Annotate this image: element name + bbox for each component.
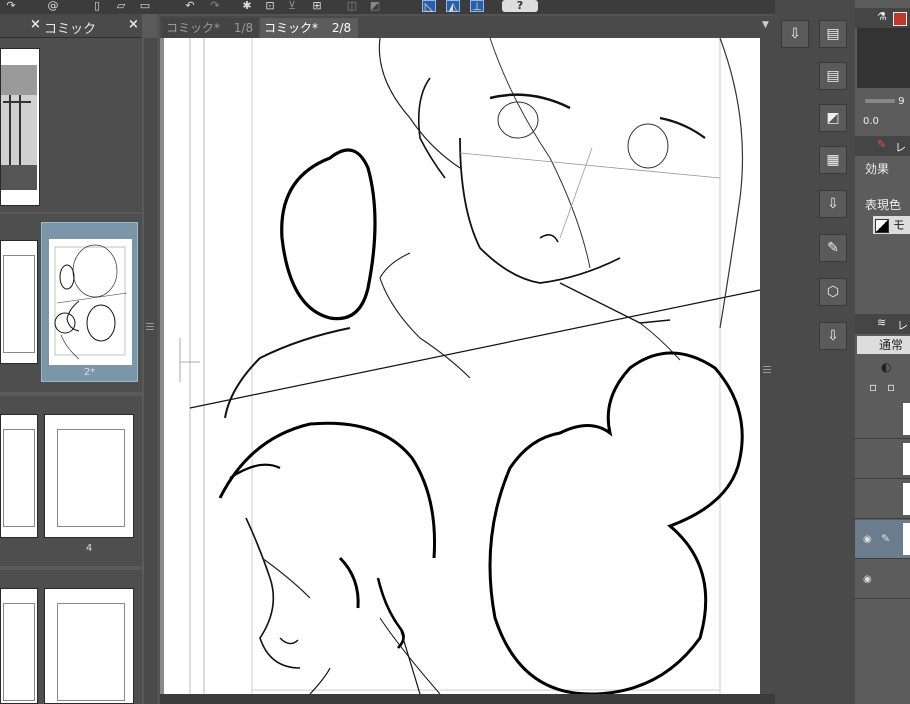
special-ruler-icon[interactable]: ◭	[446, 0, 460, 13]
tab-page: 2/8	[331, 21, 352, 35]
effect-label: 効果	[865, 162, 890, 176]
page-thumbnail-6[interactable]	[44, 588, 134, 704]
tab-title: コミック*	[264, 21, 319, 35]
page-thumbnail-5[interactable]	[0, 588, 38, 704]
3d-object-icon[interactable]: ⬡	[819, 278, 847, 306]
crop-icon[interactable]: ⊞	[310, 0, 324, 12]
layer-properties-panel: ⚗ 9 0.0 ✎ レ 効果 表現色 モ ≋ レ 通常 ◐ ▫ ▫ ◉ ✎ ◉	[855, 0, 910, 704]
layer-property-tab[interactable]: レ	[895, 139, 906, 155]
new-layer-icon[interactable]: ▫	[869, 380, 877, 394]
close-icon[interactable]: ×	[30, 17, 41, 32]
eye-icon[interactable]: ◉	[863, 574, 872, 585]
monochrome-icon	[875, 218, 889, 233]
flask-icon[interactable]: ⚗	[877, 10, 887, 23]
layer-panel-header: ≋ レ	[855, 314, 910, 334]
tab-title: コミック*	[166, 21, 221, 35]
layers-icon: ≋	[877, 316, 887, 329]
pen-icon: ✎	[877, 138, 887, 151]
layer-property-header: ✎ レ	[855, 136, 910, 156]
slider-lower-value[interactable]: 0.0	[863, 116, 879, 127]
redo-arrow-icon[interactable]: ↷	[208, 0, 222, 12]
logo-icon[interactable]: @	[44, 0, 62, 12]
page-manager-tab[interactable]: × コミック ×	[0, 14, 142, 38]
layer-panel-tab[interactable]: レ	[897, 317, 908, 333]
page-manager-scrollbar[interactable]	[144, 38, 157, 704]
page-manager-tab-label: コミック	[44, 22, 97, 37]
drawing-canvas[interactable]	[160, 38, 760, 694]
slider-upper[interactable]: 9	[865, 96, 905, 107]
blend-mode-select[interactable]: 通常	[857, 336, 910, 354]
eye-icon[interactable]: ◉	[863, 534, 872, 545]
page-thumbnail-1[interactable]	[0, 48, 40, 206]
page-thumbnail-label: 2*	[83, 367, 96, 378]
redo-icon[interactable]: ↷	[4, 0, 18, 12]
page-thumbnail-3[interactable]	[0, 414, 38, 538]
sparkle-icon[interactable]: ✱	[240, 0, 254, 12]
page-thumbnail-4[interactable]	[44, 414, 134, 538]
help-icon[interactable]: ?	[502, 0, 538, 12]
chevron-down-icon[interactable]: ▼	[762, 20, 774, 34]
ruler-snap-icon[interactable]: ◺	[422, 0, 436, 13]
layer-row[interactable]	[855, 400, 910, 439]
pen-icon: ✎	[881, 532, 891, 545]
layer-row[interactable]	[855, 480, 910, 519]
opacity-icon[interactable]: ◐	[881, 360, 891, 374]
document-tabs: コミック* 1/8 コミック* 2/8	[160, 16, 775, 52]
tab-page: 1/8	[233, 21, 254, 35]
ruler-icon[interactable]: ◫	[345, 0, 359, 12]
tab-document-2[interactable]: コミック* 2/8	[260, 18, 358, 52]
close-icon[interactable]: ×	[128, 17, 139, 32]
grid-snap-icon[interactable]: ⊥	[470, 0, 484, 13]
top-toolbar: ↷ @ ▯ ▱ ▭ ↶ ↷ ✱ ⊡ ⊻ ⊞ ◫ ◩ ◺ ◭ ⊥ ?	[0, 0, 775, 14]
tone-icon[interactable]: ▦	[819, 146, 847, 174]
color-swatch[interactable]	[893, 12, 907, 26]
page-thumbnail-label: 4	[85, 543, 93, 554]
folder-download-icon[interactable]: ⇩	[781, 20, 809, 48]
open-icon[interactable]: ▱	[114, 0, 128, 12]
layer-row[interactable]	[855, 440, 910, 479]
sketch-artwork	[160, 38, 760, 694]
download-layer-icon[interactable]: ⇩	[819, 190, 847, 218]
expression-color-label: 表現色	[865, 198, 902, 212]
canvas-status-bar	[160, 694, 775, 704]
undo-icon[interactable]: ↶	[183, 0, 197, 12]
palette-icon-column: ⇩ ▤ ▤ ◩ ▦ ⇩ ✎ ⬡ ⇩	[775, 0, 855, 704]
tool-icon[interactable]: ⊻	[285, 0, 299, 12]
new-vector-layer-icon[interactable]: ▫	[887, 380, 895, 394]
image-layer-icon[interactable]: ◩	[819, 104, 847, 132]
layer-row[interactable]: ◉	[855, 560, 910, 599]
ruler-edit-icon[interactable]: ◩	[368, 0, 382, 12]
page-thumbnail-2-selected[interactable]: 2*	[41, 222, 138, 382]
slider-upper-value: 9	[898, 96, 905, 107]
canvas-vertical-scrollbar[interactable]	[760, 38, 775, 694]
page-thumbnail-left[interactable]	[0, 240, 38, 364]
color-preview	[857, 28, 910, 88]
panel-header: ⚗	[855, 8, 910, 28]
expression-color-select[interactable]: モ	[873, 216, 910, 234]
tab-document-1[interactable]: コミック* 1/8	[162, 18, 258, 52]
transform-icon[interactable]: ⊡	[263, 0, 277, 12]
layer-list-icon[interactable]: ▤	[819, 62, 847, 90]
layer-list-icon[interactable]: ▤	[819, 20, 847, 48]
download-layer-icon[interactable]: ⇩	[819, 322, 847, 350]
expression-color-value: モ	[892, 218, 905, 232]
edit-layer-icon[interactable]: ✎	[819, 234, 847, 262]
layer-list-empty	[855, 600, 910, 704]
layer-row-selected[interactable]: ◉ ✎	[855, 520, 910, 559]
new-page-icon[interactable]: ▯	[90, 0, 104, 12]
save-icon[interactable]: ▭	[138, 0, 152, 12]
